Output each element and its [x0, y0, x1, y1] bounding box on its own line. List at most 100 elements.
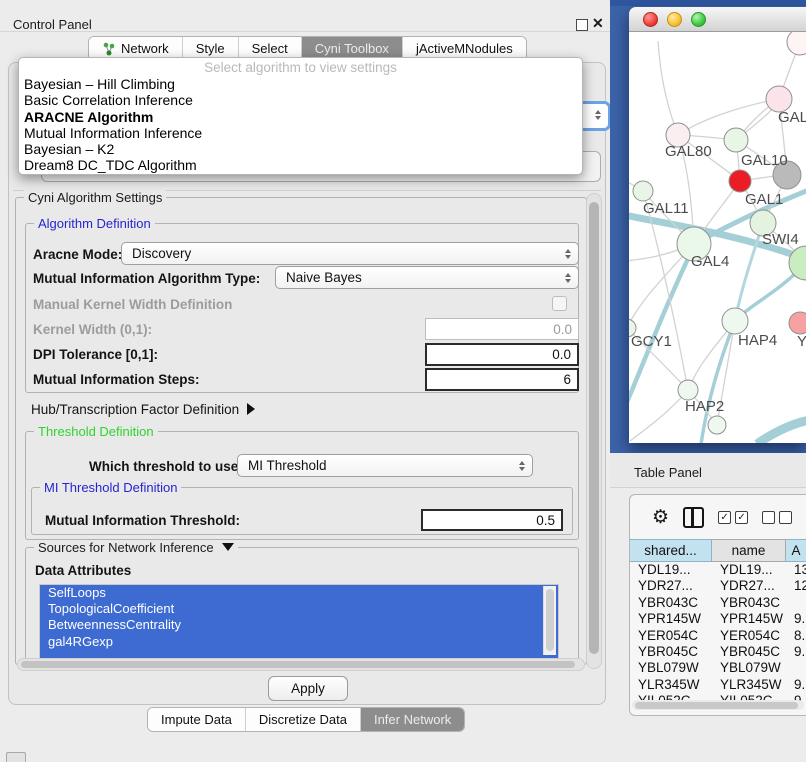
- network-window-titlebar[interactable]: [629, 7, 806, 32]
- column-header-shared-[interactable]: shared...: [630, 539, 712, 562]
- mi-steps-field[interactable]: 6: [425, 368, 579, 391]
- attribute-item-partial[interactable]: [40, 650, 558, 658]
- tab-discretize-data[interactable]: Discretize Data: [246, 708, 361, 731]
- attributes-scrollbar[interactable]: [543, 586, 556, 655]
- algorithm-option-mutual-information-inference[interactable]: Mutual Information Inference: [19, 125, 582, 141]
- table-row[interactable]: YBL079WYBL079W: [630, 660, 806, 676]
- node-label-swi4: SWI4: [762, 231, 799, 248]
- network-canvas[interactable]: GALGAL80GAL10GAL1GAL11SWI4GAL4GCY1HAP4YH…: [629, 32, 806, 443]
- node-label-gal4: GAL4: [691, 253, 729, 270]
- table-panel: ⚙ ✓✓ shared...nameA YDL19...YDL19...13YD…: [629, 494, 806, 716]
- table-row[interactable]: YBR043CYBR043C: [630, 595, 806, 611]
- table-cell: YDL19...: [712, 562, 786, 578]
- network-edge[interactable]: [630, 390, 688, 441]
- table-row[interactable]: YBR045CYBR045C9.: [630, 644, 806, 660]
- mi-threshold-value: 0.5: [536, 513, 555, 528]
- attributes-scrollbar-thumb[interactable]: [546, 589, 554, 651]
- corner-widget-icon[interactable]: [6, 752, 26, 762]
- algorithm-option-basic-correlation-inference[interactable]: Basic Correlation Inference: [19, 92, 582, 108]
- tab-label: Impute Data: [161, 712, 232, 727]
- attribute-item[interactable]: BetweennessCentrality: [40, 617, 558, 633]
- network-edge[interactable]: [757, 420, 806, 443]
- table-row[interactable]: YLR345WYLR345W9.: [630, 677, 806, 693]
- table-row[interactable]: YDR27...YDR27...12: [630, 578, 806, 594]
- hub-definition-expander[interactable]: Hub/Transcription Factor Definition: [31, 402, 255, 417]
- aracne-mode-combobox[interactable]: Discovery: [121, 242, 579, 265]
- network-node[interactable]: [633, 181, 653, 201]
- tab-infer-network[interactable]: Infer Network: [361, 708, 464, 731]
- settings-horizontal-scrollbar[interactable]: [17, 658, 585, 671]
- mi-algorithm-type-combobox[interactable]: Naive Bayes: [275, 266, 579, 289]
- table-cell: YDR27...: [630, 578, 712, 594]
- network-node[interactable]: [678, 380, 698, 400]
- control-panel-titlebar: Control Panel ✕: [0, 6, 610, 32]
- float-window-icon[interactable]: [576, 19, 588, 31]
- settings-vscroll-thumb[interactable]: [589, 202, 599, 654]
- node-table: shared...nameA YDL19...YDL19...13YDR27..…: [630, 539, 806, 710]
- zoom-traffic-light-icon[interactable]: [691, 12, 706, 27]
- table-row[interactable]: YER054CYER054C8.: [630, 628, 806, 644]
- tab-label: Discretize Data: [259, 712, 347, 727]
- which-threshold-combobox[interactable]: MI Threshold: [237, 454, 533, 477]
- algorithm-option-bayesian-k2[interactable]: Bayesian – K2: [19, 141, 582, 157]
- sources-group-title[interactable]: Sources for Network Inference: [34, 540, 238, 555]
- combo-arrows-icon: [565, 249, 571, 259]
- gear-icon[interactable]: ⚙: [652, 508, 669, 527]
- attribute-item[interactable]: SelfLoops: [40, 585, 558, 601]
- algorithm-dropdown-placeholder: Select algorithm to view settings: [19, 60, 582, 76]
- manual-kernel-width-checkbox[interactable]: [552, 296, 567, 311]
- tab-label: Cyni Toolbox: [315, 41, 389, 56]
- algorithm-option-aracne-algorithm[interactable]: ARACNE Algorithm: [19, 109, 582, 125]
- dpi-tolerance-field[interactable]: 0.0: [425, 343, 579, 366]
- table-cell: 9.: [786, 677, 806, 693]
- network-edge[interactable]: [658, 41, 678, 135]
- sources-title-text: Sources for Network Inference: [38, 540, 214, 555]
- algorithm-option-bayesian-hill-climbing[interactable]: Bayesian – Hill Climbing: [19, 76, 582, 92]
- tab-impute-data[interactable]: Impute Data: [148, 708, 246, 731]
- table-horizontal-scrollbar[interactable]: [632, 700, 804, 710]
- columns-icon[interactable]: [683, 507, 704, 528]
- table-row[interactable]: YPR145WYPR145W9.: [630, 611, 806, 627]
- table-cell: YBR043C: [712, 595, 786, 611]
- settings-hscroll-thumb[interactable]: [21, 661, 575, 668]
- network-node[interactable]: [708, 416, 726, 434]
- table-cell: 8.: [786, 628, 806, 644]
- mi-threshold-group-title: MI Threshold Definition: [40, 480, 181, 495]
- collapse-down-icon: [222, 543, 234, 551]
- network-edge[interactable]: [629, 246, 694, 402]
- combo-arrows-icon: [565, 273, 571, 283]
- table-cell: 9.: [786, 611, 806, 627]
- algorithm-option-dream8-dc-tdc-algorithm[interactable]: Dream8 DC_TDC Algorithm: [19, 157, 582, 173]
- table-cell: [786, 660, 806, 676]
- minimize-traffic-light-icon[interactable]: [667, 12, 682, 27]
- network-node[interactable]: [789, 312, 806, 334]
- table-hscroll-thumb[interactable]: [635, 702, 798, 709]
- table-cell: YDL19...: [630, 562, 712, 578]
- network-node[interactable]: [724, 128, 748, 152]
- node-label-hap2: HAP2: [685, 398, 724, 415]
- column-header-a[interactable]: A: [786, 539, 806, 562]
- network-node[interactable]: [787, 32, 806, 55]
- column-header-name[interactable]: name: [712, 539, 786, 562]
- table-cell: YBR045C: [712, 644, 786, 660]
- table-cell: YBL079W: [712, 660, 786, 676]
- aracne-mode-value: Discovery: [132, 246, 191, 261]
- select-all-checks-icon[interactable]: ✓✓: [718, 511, 748, 524]
- table-row[interactable]: YDL19...YDL19...13: [630, 562, 806, 578]
- node-label-y: Y: [797, 333, 806, 350]
- mi-threshold-label: Mutual Information Threshold:: [45, 513, 240, 528]
- network-node[interactable]: [722, 308, 748, 334]
- which-threshold-value: MI Threshold: [248, 458, 327, 473]
- mi-algorithm-type-value: Naive Bayes: [286, 270, 362, 285]
- apply-button[interactable]: Apply: [268, 676, 348, 701]
- attribute-item[interactable]: gal4RGexp: [40, 634, 558, 650]
- close-icon[interactable]: ✕: [592, 15, 604, 32]
- settings-vertical-scrollbar[interactable]: [586, 193, 602, 669]
- kernel-width-field[interactable]: 0.0: [425, 318, 579, 340]
- data-attributes-list[interactable]: SelfLoopsTopologicalCoefficientBetweenne…: [39, 584, 559, 659]
- network-node[interactable]: [729, 170, 751, 192]
- mi-threshold-field[interactable]: 0.5: [421, 509, 563, 531]
- deselect-all-checks-icon[interactable]: [762, 511, 792, 524]
- attribute-item[interactable]: TopologicalCoefficient: [40, 601, 558, 617]
- close-traffic-light-icon[interactable]: [643, 12, 658, 27]
